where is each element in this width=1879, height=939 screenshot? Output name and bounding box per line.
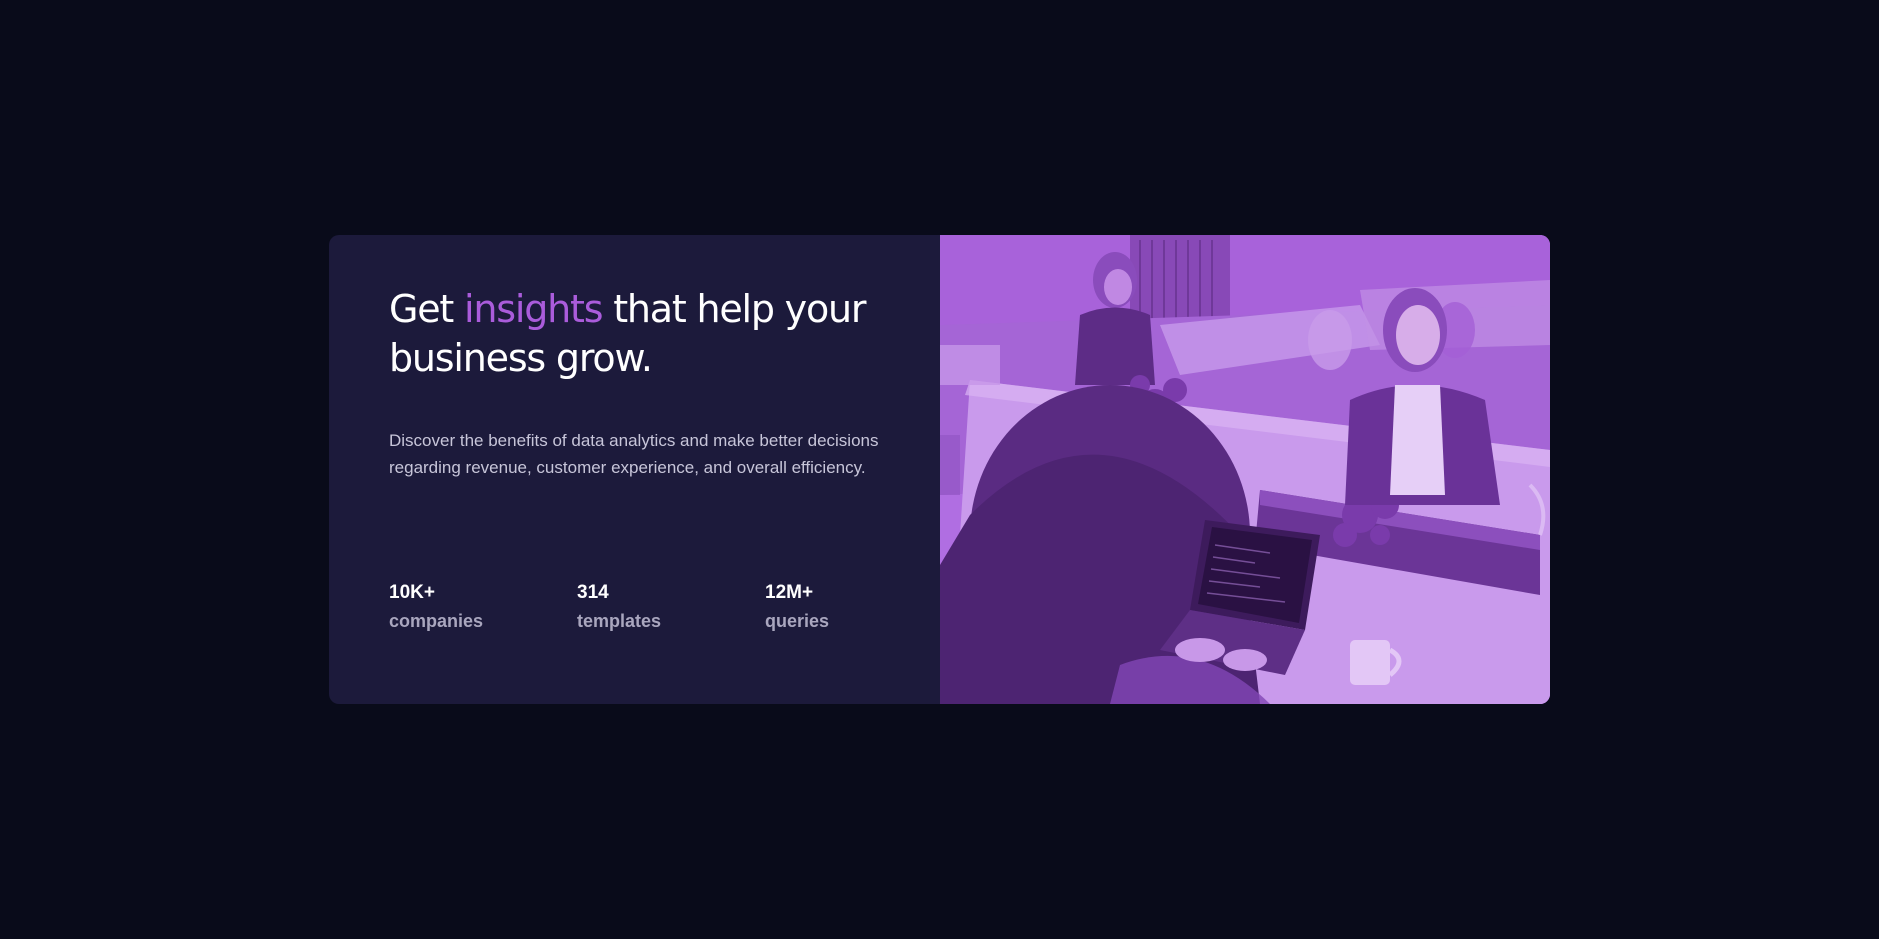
office-photo [940,235,1550,704]
stats-preview-card: Get insights that help your business gro… [329,235,1550,704]
stat-label: templates [577,611,662,631]
stat-value: 12M+ [765,582,814,603]
description: Discover the benefits of data analytics … [389,431,879,477]
stat-templates: 314 templates [577,580,765,636]
stat-queries: 12M+ queries [765,580,953,636]
stat-value: 314 [577,582,609,603]
headline: Get insights that help your business gro… [389,285,909,383]
stat-companies: 10K+ companies [389,580,577,636]
card-content: Get insights that help your business gro… [329,235,940,704]
stat-value: 10K+ [389,582,435,603]
headline-before: Get [389,287,465,331]
headline-accent: insights [464,287,604,331]
stat-label: queries [765,611,830,631]
office-photo-icon [940,235,1550,704]
stat-label: companies [389,611,484,631]
stats-row: 10K+ companies 314 templates 12M+ querie… [389,580,953,636]
